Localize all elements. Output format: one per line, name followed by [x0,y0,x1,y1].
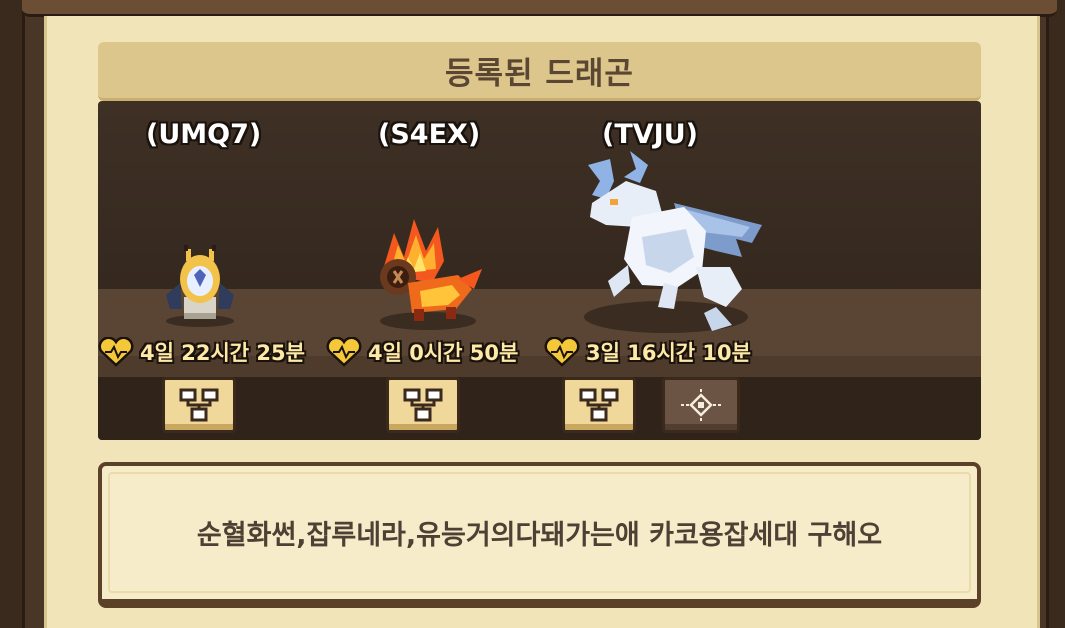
egg-dragon-sprite[interactable] [160,243,240,327]
target-icon [681,389,721,421]
timer-row-3: 3일 16시간 10분 [544,337,751,367]
panel-title: 등록된 드래곤 [445,55,634,92]
heart-pulse-icon [326,337,362,367]
heart-pulse-icon [544,337,580,367]
tree-icon [403,388,443,422]
white-dragon-sprite[interactable] [566,147,776,337]
dragon-tree-button-1[interactable] [162,377,236,433]
tree-icon [579,388,619,422]
dragon-tree-button-2[interactable] [386,377,460,433]
top-frame-bar [22,0,1057,17]
fire-dragon-sprite[interactable] [368,213,488,331]
dragon-timer-3: 3일 16시간 10분 [586,341,751,365]
timer-row-2: 4일 0시간 50분 [326,337,518,367]
dragon-name-1: (UMQ7) [146,119,262,150]
dragon-name-2: (S4EX) [378,119,481,150]
tree-icon [179,388,219,422]
heart-pulse-icon [98,337,134,367]
dragon-timer-2: 4일 0시간 50분 [368,341,519,365]
dragon-timer-1: 4일 22시간 25분 [140,341,305,365]
message-text: 순혈화썬,잡루네라,유능거의다돼가는애 카코용잡세대 구해오 [196,520,883,551]
dragon-stage: (UMQ7) 4일 22시간 25분 (S4EX) 4일 0시간 50분 (TV… [98,101,981,440]
panel-title-bar: 등록된 드래곤 [98,42,981,101]
dragon-target-button-3[interactable] [662,377,740,433]
timer-row-1: 4일 22시간 25분 [98,337,305,367]
dragon-tree-button-3[interactable] [562,377,636,433]
dragon-name-3: (TVJU) [602,119,698,150]
message-box: 순혈화썬,잡루네라,유능거의다돼가는애 카코용잡세대 구해오 [98,462,981,608]
